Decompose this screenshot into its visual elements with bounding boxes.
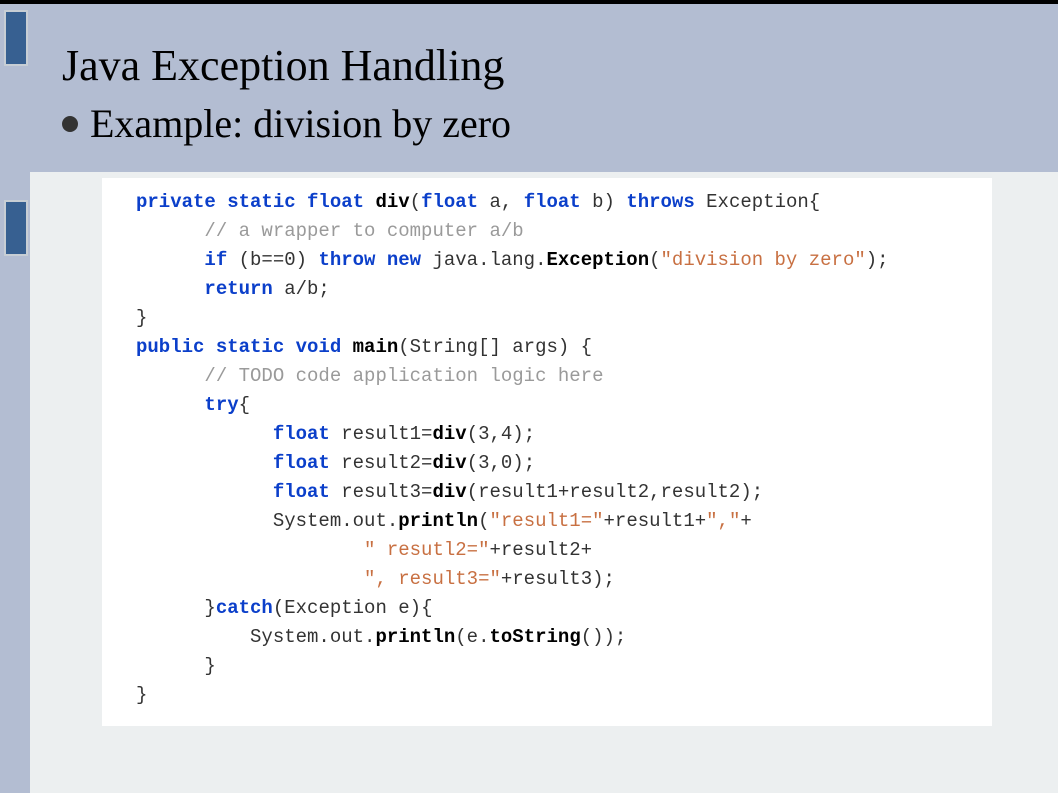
slide-top-border	[0, 0, 1058, 4]
code-token: ());	[581, 626, 627, 648]
code-token: float	[421, 191, 478, 213]
code-token: (Exception e){	[273, 597, 433, 619]
code-token: }	[136, 655, 216, 677]
bullet-icon	[62, 116, 78, 132]
code-token: " resutl2="	[364, 539, 489, 561]
code-token: private static float	[136, 191, 375, 213]
code-token: float	[136, 423, 330, 445]
code-token: (b==0)	[227, 249, 318, 271]
code-token: return	[136, 278, 273, 300]
code-token: "division by zero"	[661, 249, 866, 271]
code-token: +result2+	[489, 539, 592, 561]
code-token: toString	[490, 626, 581, 648]
code-token	[136, 539, 364, 561]
code-token: a,	[478, 191, 524, 213]
code-token: java.lang.	[421, 249, 546, 271]
code-token: result3=	[330, 481, 433, 503]
slide-title-area: Java Exception Handling Example: divisio…	[62, 38, 1038, 149]
code-token: public static void	[136, 336, 353, 358]
code-token: +result3);	[501, 568, 615, 590]
code-token: (e.	[455, 626, 489, 648]
code-token: {	[239, 394, 250, 416]
code-token: throws	[626, 191, 694, 213]
code-token: "result1="	[489, 510, 603, 532]
decoration-block-mid	[4, 200, 28, 256]
slide-title: Java Exception Handling	[62, 38, 1038, 93]
code-token: div	[432, 423, 466, 445]
code-token	[136, 568, 364, 590]
code-token: // a wrapper to computer a/b	[136, 220, 524, 242]
code-token: +	[740, 510, 751, 532]
code-token: Exception{	[695, 191, 820, 213]
slide-subtitle: Example: division by zero	[90, 99, 511, 149]
code-token: }	[136, 307, 147, 329]
code-token: // TODO code application logic here	[136, 365, 603, 387]
content-area: private static float div(float a, float …	[30, 172, 1058, 793]
code-token: (3,4);	[467, 423, 535, 445]
code-token: }	[136, 597, 216, 619]
code-token: if	[136, 249, 227, 271]
code-token: +result1+	[604, 510, 707, 532]
code-token: (3,0);	[467, 452, 535, 474]
code-token: System.out.	[136, 626, 375, 648]
code-token: a/b;	[273, 278, 330, 300]
code-token: div	[432, 481, 466, 503]
code-token: float	[524, 191, 581, 213]
code-token: );	[866, 249, 889, 271]
code-token: (	[649, 249, 660, 271]
code-token: try	[136, 394, 239, 416]
code-token: System.out.	[136, 510, 398, 532]
code-token: println	[375, 626, 455, 648]
code-token: (result1+result2,result2);	[467, 481, 763, 503]
code-token: main	[353, 336, 399, 358]
code-block: private static float div(float a, float …	[102, 178, 992, 726]
code-token: (String[] args) {	[398, 336, 592, 358]
code-token: Exception	[546, 249, 649, 271]
code-token: result1=	[330, 423, 433, 445]
code-token: div	[432, 452, 466, 474]
code-token: catch	[216, 597, 273, 619]
decoration-block-top	[4, 10, 28, 66]
code-token: div	[375, 191, 409, 213]
code-token: float	[136, 481, 330, 503]
code-token: b)	[581, 191, 627, 213]
code-token: println	[398, 510, 478, 532]
code-token: (	[410, 191, 421, 213]
subtitle-row: Example: division by zero	[62, 99, 1038, 149]
code-token: throw new	[318, 249, 421, 271]
code-token: }	[136, 684, 147, 706]
code-token: result2=	[330, 452, 433, 474]
code-token: float	[136, 452, 330, 474]
code-token: ", result3="	[364, 568, 501, 590]
code-token: (	[478, 510, 489, 532]
code-token: ","	[706, 510, 740, 532]
